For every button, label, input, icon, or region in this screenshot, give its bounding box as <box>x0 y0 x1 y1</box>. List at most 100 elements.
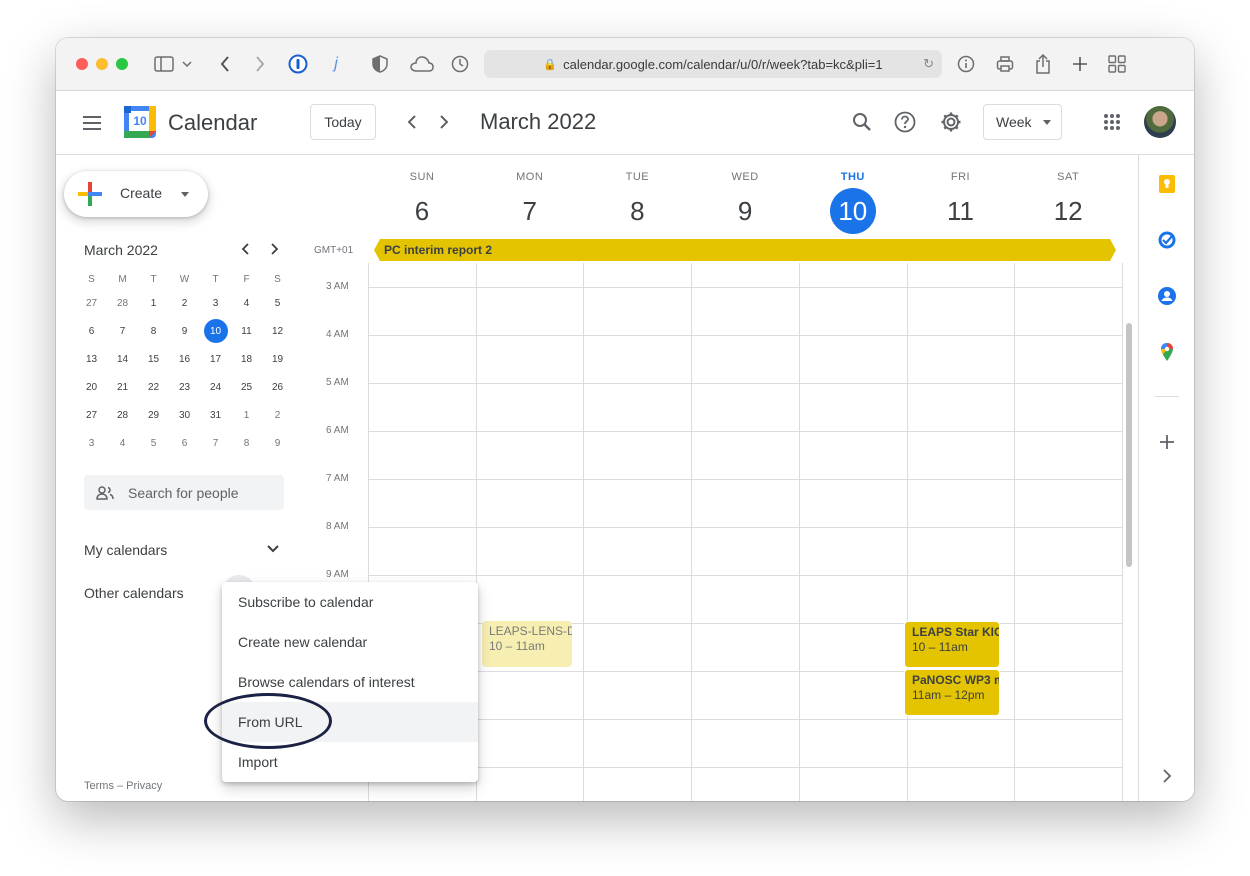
history-clock-icon[interactable] <box>448 52 472 76</box>
mini-calendar-day[interactable]: 23 <box>169 373 200 401</box>
view-selector[interactable]: Week <box>983 104 1062 140</box>
mini-calendar-day[interactable]: 17 <box>200 345 231 373</box>
mini-calendar-day[interactable]: 8 <box>138 317 169 345</box>
mini-calendar-day[interactable]: 7 <box>200 429 231 457</box>
mini-calendar-day[interactable]: 1 <box>231 401 262 429</box>
mini-calendar-day[interactable]: 1 <box>138 289 169 317</box>
maps-icon[interactable] <box>1157 342 1177 362</box>
cloud-icon[interactable] <box>408 52 436 76</box>
mini-calendar-day[interactable]: 30 <box>169 401 200 429</box>
tasks-icon[interactable] <box>1157 230 1177 250</box>
zoom-window-button[interactable] <box>116 58 128 70</box>
calendar-event[interactable]: PaNOSC WP3 m 11am – 12pm <box>904 669 1000 716</box>
reload-icon[interactable]: ↻ <box>923 56 934 72</box>
mini-calendar-day[interactable]: 6 <box>76 317 107 345</box>
mini-calendar-prev-icon[interactable] <box>235 239 255 259</box>
address-bar[interactable]: 🔒 calendar.google.com/calendar/u/0/r/wee… <box>484 50 942 78</box>
back-icon[interactable] <box>213 52 237 76</box>
mini-calendar-day[interactable]: 14 <box>107 345 138 373</box>
menu-item-subscribe[interactable]: Subscribe to calendar <box>222 582 478 622</box>
day-number[interactable]: 7 <box>507 188 553 234</box>
settings-gear-icon[interactable] <box>937 108 965 136</box>
mini-calendar-day[interactable]: 5 <box>262 289 293 317</box>
day-number[interactable]: 6 <box>399 188 445 234</box>
info-icon[interactable] <box>954 52 978 76</box>
search-icon[interactable] <box>848 108 876 136</box>
main-menu-icon[interactable] <box>76 107 108 139</box>
extension-j-icon[interactable]: j <box>324 52 348 76</box>
day-number[interactable]: 12 <box>1045 188 1091 234</box>
mini-calendar-day[interactable]: 11 <box>231 317 262 345</box>
mini-calendar-day[interactable]: 3 <box>200 289 231 317</box>
mini-calendar-day[interactable]: 31 <box>200 401 231 429</box>
mini-calendar-day[interactable]: 9 <box>169 317 200 345</box>
mini-calendar-day[interactable]: 22 <box>138 373 169 401</box>
shield-icon[interactable] <box>368 52 392 76</box>
mini-calendar-day[interactable]: 21 <box>107 373 138 401</box>
mini-calendar-day[interactable]: 28 <box>107 289 138 317</box>
close-window-button[interactable] <box>76 58 88 70</box>
minimize-window-button[interactable] <box>96 58 108 70</box>
new-tab-icon[interactable] <box>1068 52 1092 76</box>
mini-calendar-day[interactable]: 24 <box>200 373 231 401</box>
search-people-input[interactable]: Search for people <box>84 475 284 510</box>
create-button[interactable]: Create <box>64 171 208 217</box>
mini-calendar-day[interactable]: 9 <box>262 429 293 457</box>
mini-calendar-day[interactable]: 4 <box>231 289 262 317</box>
mini-calendar-day[interactable]: 26 <box>262 373 293 401</box>
mini-calendar-day[interactable]: 8 <box>231 429 262 457</box>
previous-week-icon[interactable] <box>400 108 424 136</box>
today-button[interactable]: Today <box>310 104 376 140</box>
mini-calendar-day[interactable]: 2 <box>169 289 200 317</box>
expand-panel-icon[interactable] <box>1157 766 1177 786</box>
mini-calendar-day[interactable]: 19 <box>262 345 293 373</box>
mini-calendar-day[interactable]: 4 <box>107 429 138 457</box>
mini-calendar-next-icon[interactable] <box>265 239 285 259</box>
terms-privacy-links[interactable]: Terms – Privacy <box>84 780 162 792</box>
mini-calendar-day[interactable]: 27 <box>76 401 107 429</box>
calendar-event[interactable]: LEAPS-LENS-Da 10 – 11am <box>482 621 572 667</box>
menu-item-create-calendar[interactable]: Create new calendar <box>222 622 478 662</box>
password-manager-icon[interactable] <box>286 52 310 76</box>
sidebar-toggle-icon[interactable] <box>152 52 176 76</box>
mini-calendar-day[interactable]: 2 <box>262 401 293 429</box>
mini-calendar-day[interactable]: 20 <box>76 373 107 401</box>
grid-scrollbar[interactable] <box>1126 323 1132 567</box>
print-icon[interactable] <box>993 52 1017 76</box>
help-icon[interactable] <box>891 108 919 136</box>
mini-calendar-day[interactable]: 5 <box>138 429 169 457</box>
mini-calendar-day[interactable]: 29 <box>138 401 169 429</box>
apps-grid-icon[interactable] <box>1098 108 1126 136</box>
mini-calendar-day[interactable]: 28 <box>107 401 138 429</box>
mini-calendar-day[interactable]: 27 <box>76 289 107 317</box>
keep-icon[interactable] <box>1157 174 1177 194</box>
mini-calendar-day[interactable]: 25 <box>231 373 262 401</box>
tab-overview-icon[interactable] <box>1105 52 1129 76</box>
mini-calendar-day[interactable]: 13 <box>76 345 107 373</box>
other-calendars-heading[interactable]: Other calendars <box>84 585 184 601</box>
mini-calendar-day[interactable]: 3 <box>76 429 107 457</box>
day-number[interactable]: 11 <box>938 188 984 234</box>
mini-calendar-day[interactable]: 10 <box>200 317 231 345</box>
mini-calendar-day[interactable]: 7 <box>107 317 138 345</box>
mini-calendar-day[interactable]: 12 <box>262 317 293 345</box>
mini-calendar-day[interactable]: 16 <box>169 345 200 373</box>
my-calendars-heading[interactable]: My calendars <box>84 542 167 558</box>
mini-calendar-day[interactable]: 18 <box>231 345 262 373</box>
next-week-icon[interactable] <box>432 108 456 136</box>
calendar-logo[interactable]: 10 <box>124 106 156 138</box>
chevron-down-icon[interactable] <box>180 52 194 76</box>
calendar-event[interactable]: LEAPS Star KICK 10 – 11am <box>904 621 1000 668</box>
mini-calendar-day[interactable]: 6 <box>169 429 200 457</box>
forward-icon[interactable] <box>248 52 272 76</box>
add-addon-icon[interactable] <box>1157 432 1177 452</box>
all-day-event[interactable]: PC interim report 2 <box>374 239 1116 261</box>
mini-calendar-day[interactable]: 15 <box>138 345 169 373</box>
day-number[interactable]: 10 <box>829 188 876 234</box>
day-number[interactable]: 9 <box>722 188 768 234</box>
contacts-icon[interactable] <box>1157 286 1177 306</box>
chevron-down-icon[interactable] <box>264 540 282 558</box>
day-number[interactable]: 8 <box>614 188 660 234</box>
share-icon[interactable] <box>1031 52 1055 76</box>
account-avatar[interactable] <box>1144 106 1176 138</box>
